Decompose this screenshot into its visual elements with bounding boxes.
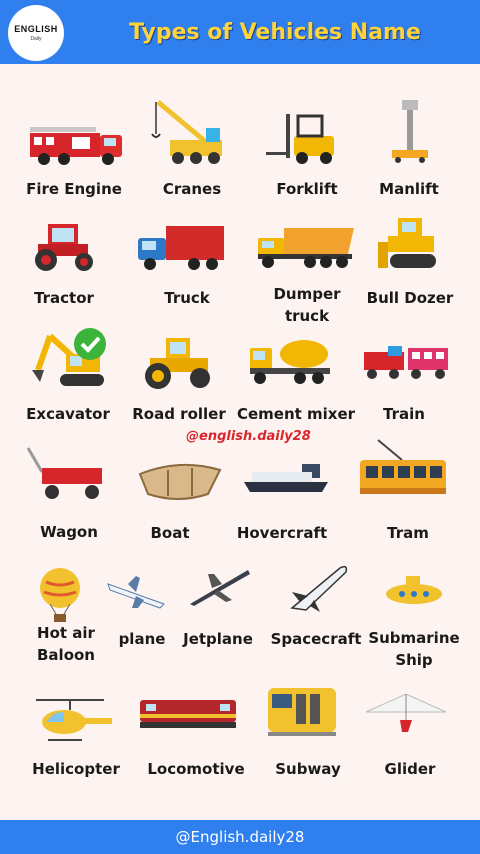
spacecraft-icon: [290, 565, 348, 612]
vehicle-name: Locomotive: [147, 760, 245, 778]
vehicle-name: Cement mixer: [236, 405, 356, 423]
glider-icon: [365, 693, 447, 732]
subway-icon: [268, 688, 336, 736]
jetplane-icon: [190, 570, 250, 606]
tractor-icon: [35, 224, 93, 271]
vehicle-name: Hovercraft: [236, 524, 328, 542]
fire-engine-icon: [30, 127, 122, 165]
vehicle-name: Helicopter: [32, 760, 120, 778]
wagon-icon: [26, 447, 102, 499]
logo-text: ENGLISH: [14, 24, 58, 34]
plane-icon: [107, 576, 165, 609]
excavator-icon: [32, 328, 106, 386]
cement-mixer-icon: [250, 340, 330, 384]
tram-icon: [360, 439, 446, 494]
vehicle-name: Fire Engine: [26, 180, 122, 198]
vehicle-name: Tram: [387, 524, 429, 542]
crane-icon: [151, 100, 222, 164]
page-title: Types of Vehicles Name: [129, 19, 421, 45]
helicopter-icon: [36, 699, 112, 741]
vehicle-name: Submarine Ship: [368, 629, 460, 669]
hovercraft-icon: [244, 464, 328, 492]
road-roller-icon: [145, 338, 210, 389]
vehicle-name: Bull Dozer: [366, 289, 454, 307]
vehicle-name: Glider: [384, 760, 436, 778]
hot-air-balloon-icon: [40, 568, 80, 622]
submarine-icon: [386, 576, 442, 604]
footer-bar: @English.daily28: [0, 820, 480, 854]
vehicle-name: Cranes: [162, 180, 222, 198]
footer-handle: @English.daily28: [175, 828, 305, 846]
logo-subtext: Daily: [30, 36, 42, 42]
vehicle-name: Dumper truck: [273, 285, 341, 325]
truck-icon: [138, 226, 224, 270]
locomotive-icon: [140, 700, 236, 728]
vehicle-name: Train: [383, 405, 425, 423]
vehicle-name: Road roller: [132, 405, 226, 423]
vehicle-name: Excavator: [26, 405, 110, 423]
vehicle-name: Truck: [164, 289, 210, 307]
manlift-icon: [392, 100, 428, 163]
header-bar: ENGLISH Daily Types of Vehicles Name: [0, 0, 480, 64]
vehicle-name: Tractor: [34, 289, 94, 307]
forklift-icon: [266, 114, 334, 164]
dumper-truck-icon: [258, 228, 354, 268]
brand-logo: ENGLISH Daily: [8, 5, 64, 61]
boat-icon: [138, 463, 222, 500]
watermark-handle: @english.daily28: [186, 429, 311, 444]
vehicle-name: Manlift: [379, 180, 439, 198]
train-icon: [364, 346, 448, 379]
vehicle-name: Boat: [150, 524, 190, 542]
bulldozer-icon: [378, 218, 436, 268]
